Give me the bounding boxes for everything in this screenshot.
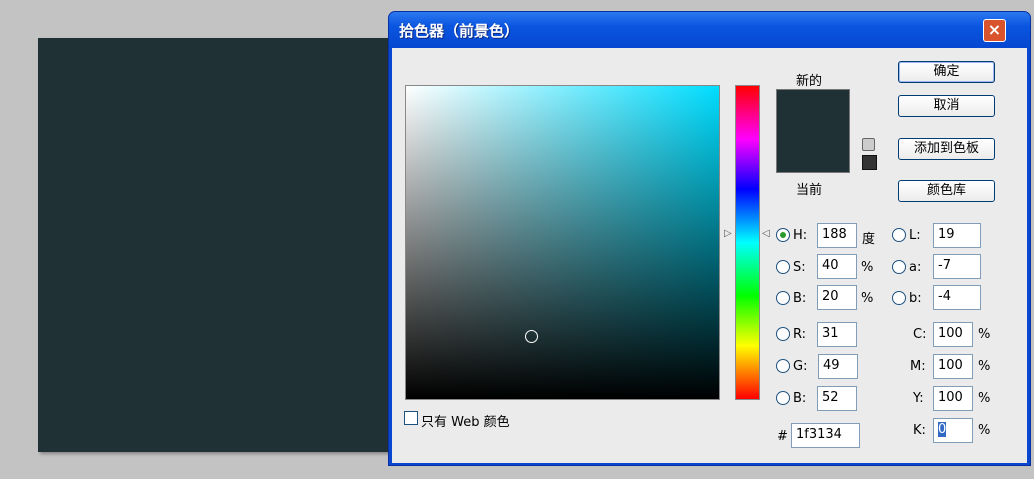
radio-g[interactable]	[776, 359, 790, 373]
y-unit: %	[978, 391, 991, 406]
current-color-swatch[interactable]	[776, 131, 850, 173]
new-color-label: 新的	[796, 74, 823, 89]
out-of-gamut-cube-icon[interactable]	[862, 138, 875, 151]
radio-brightness[interactable]	[776, 291, 790, 305]
k-unit: %	[978, 423, 991, 438]
h-input[interactable]: 188	[817, 223, 857, 248]
color-field[interactable]	[405, 85, 720, 400]
radio-blue[interactable]	[776, 391, 790, 405]
ok-button[interactable]: 确定	[898, 61, 995, 83]
hue-slider[interactable]	[735, 85, 760, 400]
l-input[interactable]: 19	[933, 223, 981, 248]
g-input[interactable]: 49	[818, 354, 858, 379]
h-unit: 度	[862, 232, 876, 247]
hue-slider-right-arrow-icon[interactable]: ◁	[762, 228, 770, 239]
current-color-label: 当前	[796, 183, 823, 198]
r-label: R:	[793, 327, 807, 342]
c-input[interactable]: 100	[933, 322, 973, 347]
lab-b-label: b:	[909, 291, 922, 306]
k-input-selected-text: 0	[938, 422, 947, 437]
color-field-marker[interactable]	[525, 330, 538, 343]
m-input[interactable]: 100	[933, 354, 973, 379]
web-safe-color-swatch[interactable]	[862, 155, 877, 170]
web-colors-only-label[interactable]: 只有 Web 颜色	[421, 411, 510, 430]
hue-slider-left-arrow-icon[interactable]: ▷	[724, 228, 732, 239]
c-label: C:	[913, 327, 927, 342]
a-input[interactable]: -7	[933, 254, 981, 279]
color-libraries-button[interactable]: 颜色库	[898, 180, 995, 202]
blue-label: B:	[793, 391, 807, 406]
new-color-swatch	[776, 89, 850, 131]
cancel-button[interactable]: 取消	[898, 95, 995, 117]
foreground-color-canvas	[38, 38, 390, 452]
close-icon[interactable]: ×	[983, 19, 1006, 42]
hex-label: #	[777, 429, 788, 444]
radio-h[interactable]	[776, 228, 790, 242]
y-input[interactable]: 100	[933, 386, 973, 411]
s-unit: %	[861, 260, 874, 275]
add-to-swatches-button[interactable]: 添加到色板	[898, 138, 995, 160]
k-label: K:	[913, 423, 926, 438]
hex-input[interactable]: 1f3134	[791, 423, 860, 448]
blue-input[interactable]: 52	[817, 386, 857, 411]
brightness-input[interactable]: 20	[817, 285, 857, 310]
radio-a[interactable]	[892, 260, 906, 274]
radio-lab-b[interactable]	[892, 291, 906, 305]
web-colors-only-checkbox[interactable]	[404, 411, 418, 425]
k-input[interactable]: 0	[933, 418, 973, 443]
l-label: L:	[909, 228, 921, 243]
lab-b-input[interactable]: -4	[933, 285, 981, 310]
title-bar[interactable]: 拾色器（前景色） ×	[389, 12, 1030, 48]
radio-s[interactable]	[776, 260, 790, 274]
h-label: H:	[793, 228, 808, 243]
s-input[interactable]: 40	[817, 254, 857, 279]
m-label: M:	[910, 359, 926, 374]
r-input[interactable]: 31	[817, 322, 857, 347]
g-label: G:	[793, 359, 808, 374]
brightness-label: B:	[793, 291, 807, 306]
y-label: Y:	[913, 391, 924, 406]
a-label: a:	[909, 260, 922, 275]
radio-r[interactable]	[776, 327, 790, 341]
radio-l[interactable]	[892, 228, 906, 242]
brightness-unit: %	[861, 291, 874, 306]
dialog-title: 拾色器（前景色）	[399, 22, 520, 40]
m-unit: %	[978, 359, 991, 374]
s-label: S:	[793, 260, 806, 275]
c-unit: %	[978, 327, 991, 342]
